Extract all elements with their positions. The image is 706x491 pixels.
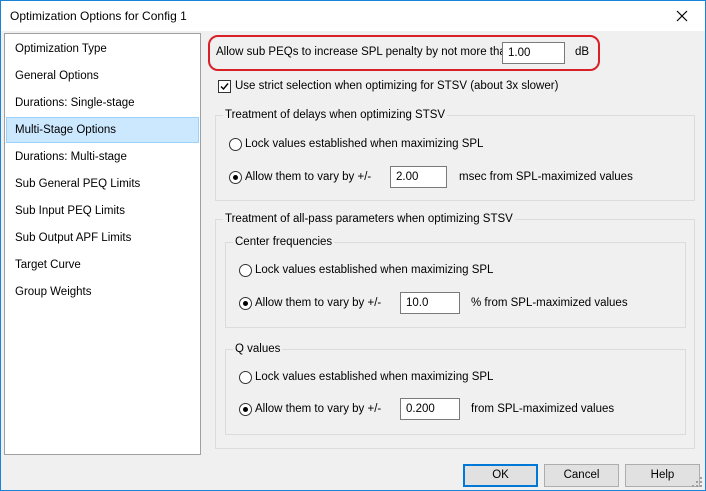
strict-selection-checkbox[interactable]	[218, 80, 231, 93]
ok-button[interactable]: OK	[463, 464, 538, 487]
sidebar-item-durations-multi-stage[interactable]: Durations: Multi-stage	[6, 144, 199, 170]
sidebar-item-optimization-type[interactable]: Optimization Type	[6, 36, 199, 62]
spl-penalty-label: Allow sub PEQs to increase SPL penalty b…	[216, 46, 513, 58]
q-lock-radio[interactable]	[239, 371, 252, 384]
sidebar-item-multi-stage-options[interactable]: Multi-Stage Options	[6, 117, 199, 143]
sidebar-item-sub-general-peq-limits[interactable]: Sub General PEQ Limits	[6, 171, 199, 197]
q-vary-input[interactable]: 0.200	[400, 398, 460, 420]
sidebar-item-target-curve[interactable]: Target Curve	[6, 252, 199, 278]
q-values-title: Q values	[233, 343, 283, 355]
checkmark-icon	[220, 83, 229, 91]
options-panel: Allow sub PEQs to increase SPL penalty b…	[203, 33, 705, 455]
close-button[interactable]	[659, 1, 705, 31]
help-button[interactable]: Help	[625, 464, 700, 487]
q-vary-radio[interactable]	[239, 403, 252, 416]
delays-lock-radio[interactable]	[229, 138, 242, 151]
center-frequencies-group	[225, 242, 686, 328]
delays-group	[215, 115, 695, 201]
sidebar-item-group-weights[interactable]: Group Weights	[6, 279, 199, 305]
window-title: Optimization Options for Config 1	[10, 9, 187, 23]
title-bar[interactable]: Optimization Options for Config 1	[1, 1, 705, 31]
spl-penalty-unit: dB	[575, 46, 590, 58]
sidebar-item-sub-input-peq-limits[interactable]: Sub Input PEQ Limits	[6, 198, 199, 224]
q-lock-label: Lock values established when maximizing …	[255, 371, 494, 383]
delays-vary-suffix: msec from SPL-maximized values	[459, 171, 633, 183]
sidebar-item-general-options[interactable]: General Options	[6, 63, 199, 89]
strict-selection-label: Use strict selection when optimizing for…	[235, 80, 559, 92]
center-vary-suffix: % from SPL-maximized values	[471, 297, 628, 309]
delays-vary-radio[interactable]	[229, 171, 242, 184]
cancel-button[interactable]: Cancel	[544, 464, 619, 487]
options-category-list[interactable]: Optimization Type General Options Durati…	[4, 33, 201, 455]
delays-group-title: Treatment of delays when optimizing STSV	[223, 109, 448, 121]
q-vary-label: Allow them to vary by +/-	[255, 403, 382, 415]
delays-vary-input[interactable]: 2.00	[390, 166, 447, 188]
sidebar-item-durations-single-stage[interactable]: Durations: Single-stage	[6, 90, 199, 116]
center-vary-radio[interactable]	[239, 297, 252, 310]
q-values-group	[225, 349, 686, 435]
dialog-footer: OK Cancel Help	[1, 456, 705, 490]
sidebar-item-sub-output-apf-limits[interactable]: Sub Output APF Limits	[6, 225, 199, 251]
resize-grip-icon[interactable]	[691, 476, 703, 488]
center-lock-label: Lock values established when maximizing …	[255, 264, 494, 276]
center-lock-radio[interactable]	[239, 264, 252, 277]
close-icon	[676, 10, 688, 22]
spl-penalty-input[interactable]: 1.00	[502, 42, 565, 64]
delays-vary-label: Allow them to vary by +/-	[245, 171, 372, 183]
delays-lock-label: Lock values established when maximizing …	[245, 138, 484, 150]
center-frequencies-title: Center frequencies	[233, 236, 335, 248]
dialog-window: Optimization Options for Config 1 Optimi…	[0, 0, 706, 491]
allpass-group-title: Treatment of all-pass parameters when op…	[223, 213, 515, 225]
q-vary-suffix: from SPL-maximized values	[471, 403, 615, 415]
center-vary-label: Allow them to vary by +/-	[255, 297, 382, 309]
center-vary-input[interactable]: 10.0	[400, 292, 460, 314]
